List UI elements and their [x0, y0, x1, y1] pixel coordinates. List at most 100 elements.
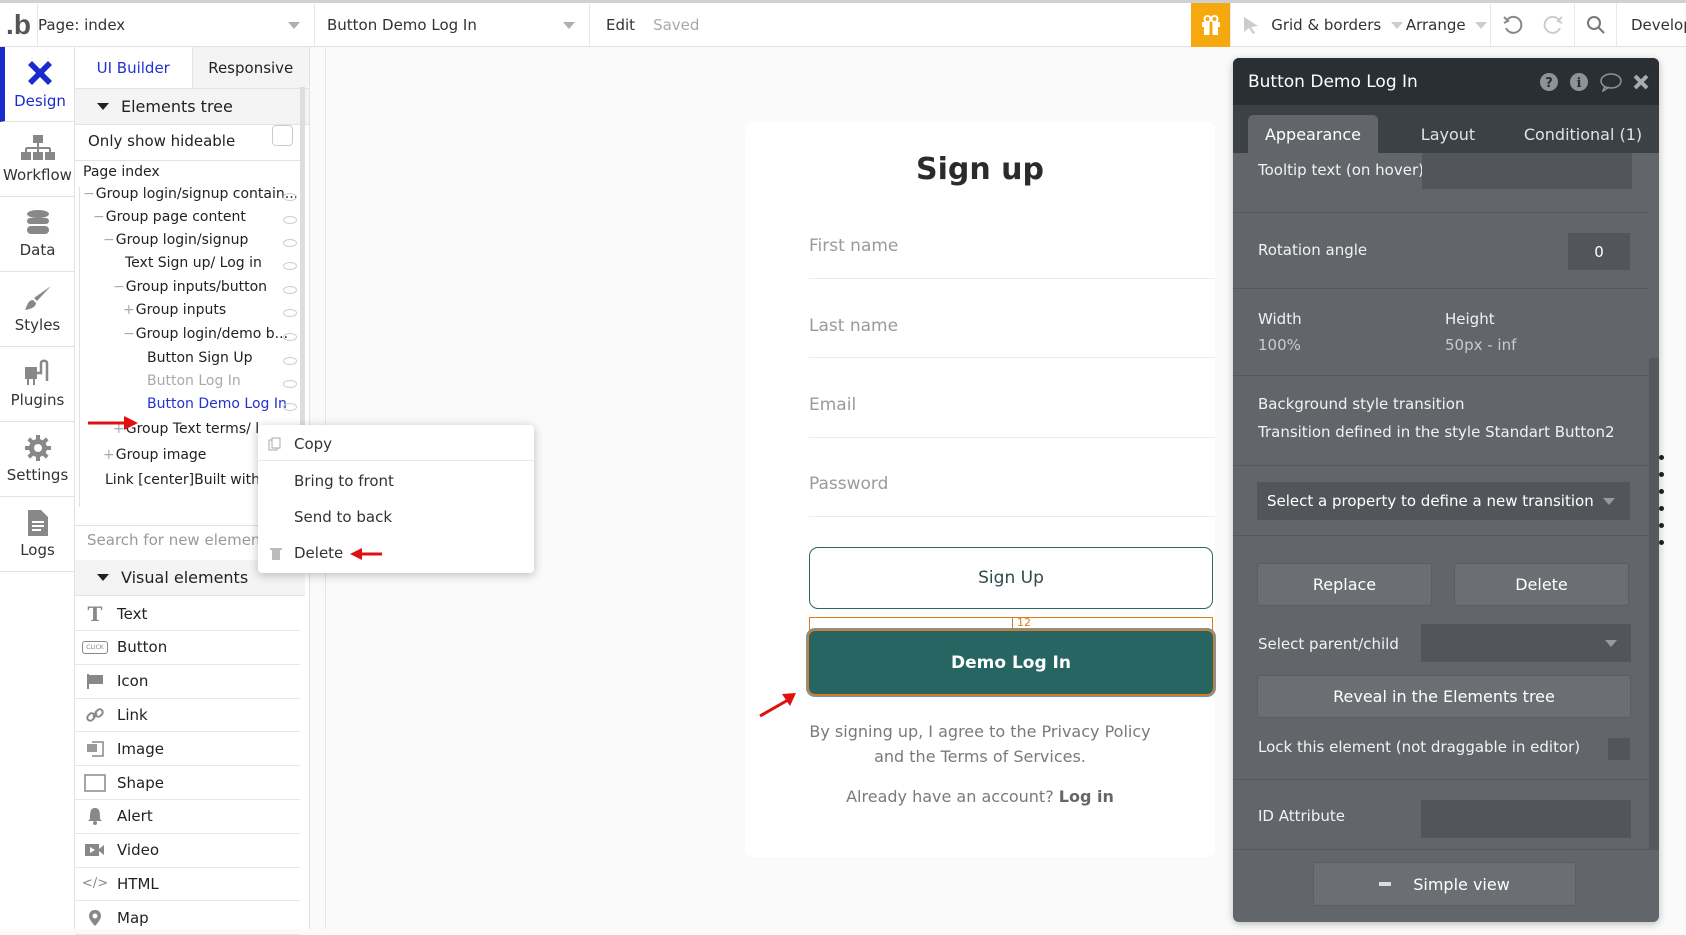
demo-log-in-button[interactable]: Demo Log In	[807, 629, 1215, 696]
eye-icon[interactable]	[283, 357, 297, 365]
rail-item-workflow[interactable]: Workflow	[0, 122, 75, 197]
tab-ui-builder[interactable]: UI Builder	[75, 47, 193, 88]
edit-menu[interactable]: Edit	[606, 16, 635, 34]
lock-checkbox[interactable]	[1608, 738, 1630, 760]
simple-view-button[interactable]: Simple view	[1313, 862, 1576, 906]
tree-item[interactable]: +Group inputs	[123, 302, 226, 318]
log-in-link[interactable]: Log in	[1059, 787, 1114, 806]
tree-item[interactable]: −Group page content	[93, 209, 246, 225]
collapse-icon[interactable]: −	[103, 232, 115, 248]
brush-icon	[24, 286, 51, 310]
tab-appearance[interactable]: Appearance	[1248, 115, 1378, 153]
cursor-arrow-icon	[1244, 17, 1258, 34]
delete-button[interactable]: Delete	[1454, 563, 1629, 606]
visual-element-text[interactable]: T Text	[75, 597, 300, 631]
rail-item-styles[interactable]: Styles	[0, 272, 75, 347]
tab-conditional[interactable]: Conditional (1)	[1508, 115, 1658, 153]
redo-button[interactable]	[1533, 3, 1575, 47]
context-menu-copy[interactable]: Copy	[258, 427, 534, 461]
tree-item[interactable]: Button Demo Log In	[135, 396, 287, 412]
tree-item[interactable]: −Group inputs/button	[113, 279, 267, 295]
visual-element-html[interactable]: </> HTML	[75, 867, 300, 902]
develop-menu[interactable]: Develop	[1617, 3, 1686, 47]
tree-item[interactable]: Button Log In	[135, 373, 241, 389]
eye-icon[interactable]	[283, 262, 297, 270]
email-input[interactable]: Email	[809, 395, 856, 415]
tree-item[interactable]: −Group login/signup contain...	[83, 186, 298, 202]
grid-borders-menu[interactable]: Grid & borders	[1271, 3, 1403, 47]
context-menu-delete[interactable]: Delete	[258, 536, 534, 570]
visual-element-alert[interactable]: Alert	[75, 800, 300, 834]
collapse-icon[interactable]: −	[113, 279, 125, 295]
pointer-tool[interactable]	[1231, 3, 1271, 47]
parent-child-select[interactable]	[1421, 624, 1631, 662]
context-menu-send-to-back[interactable]: Send to back	[258, 500, 534, 534]
eye-icon[interactable]	[283, 193, 297, 201]
last-name-input[interactable]: Last name	[809, 316, 898, 336]
collapse-icon[interactable]: −	[83, 186, 95, 202]
eye-icon[interactable]	[283, 403, 297, 411]
info-icon[interactable]: i	[1569, 72, 1589, 92]
visual-element-link[interactable]: Link	[75, 698, 300, 733]
expand-icon[interactable]: +	[123, 302, 135, 318]
first-name-input[interactable]: First name	[809, 236, 898, 256]
tree-item[interactable]: Page index	[83, 164, 160, 180]
rail-item-logs[interactable]: Logs	[0, 497, 75, 572]
element-selector[interactable]: Button Demo Log In	[315, 3, 590, 47]
elements-tree-header[interactable]: Elements tree	[75, 89, 309, 125]
context-menu-bring-to-front[interactable]: Bring to front	[258, 464, 534, 498]
id-attribute-input[interactable]	[1421, 800, 1631, 838]
password-input[interactable]: Password	[809, 474, 888, 494]
arrange-menu[interactable]: Arrange	[1403, 3, 1491, 47]
eye-hidden-icon[interactable]	[283, 380, 297, 388]
chevron-down-icon	[288, 21, 300, 29]
visual-element-video[interactable]: Video	[75, 834, 300, 868]
undo-button[interactable]	[1491, 3, 1533, 47]
visual-element-button[interactable]: CLICK Button	[75, 631, 300, 665]
search-button[interactable]	[1575, 3, 1617, 47]
tree-item[interactable]: Link [center]Built with ❤	[93, 472, 276, 488]
rail-item-design[interactable]: Design	[0, 47, 75, 122]
eye-icon[interactable]	[283, 216, 297, 224]
collapse-icon[interactable]: −	[93, 209, 105, 225]
resize-handle-dots[interactable]	[1659, 455, 1665, 555]
tree-guide-line	[79, 187, 80, 507]
editor-scrollbar[interactable]	[1649, 358, 1659, 850]
tree-item[interactable]: Button Sign Up	[135, 350, 252, 366]
rail-item-settings[interactable]: Settings	[0, 422, 75, 497]
eye-icon[interactable]	[283, 309, 297, 317]
signup-card[interactable]: Sign up First name Last name Email Passw…	[745, 122, 1215, 857]
page-selector[interactable]: Page: index	[38, 3, 315, 47]
reveal-in-tree-button[interactable]: Reveal in the Elements tree	[1257, 675, 1631, 718]
map-pin-icon	[83, 909, 107, 927]
tree-item[interactable]: +Group image	[103, 447, 206, 463]
tab-layout[interactable]: Layout	[1388, 115, 1508, 153]
collapse-icon[interactable]: −	[123, 326, 135, 342]
rail-item-plugins[interactable]: Plugins	[0, 347, 75, 422]
help-icon[interactable]: ?	[1539, 72, 1559, 92]
property-editor-header[interactable]: Button Demo Log In ? i	[1233, 58, 1659, 105]
comment-icon[interactable]	[1599, 72, 1623, 92]
tab-responsive[interactable]: Responsive	[192, 47, 309, 88]
rotation-input[interactable]: 0	[1568, 233, 1630, 270]
replace-button[interactable]: Replace	[1257, 563, 1432, 606]
expand-icon[interactable]: +	[103, 447, 115, 463]
transition-select[interactable]: Select a property to define a new transi…	[1257, 482, 1630, 520]
tree-item[interactable]: Text Sign up/ Log in	[113, 255, 262, 271]
tree-item[interactable]: −Group login/signup	[103, 232, 248, 248]
bubble-logo[interactable]: .b	[0, 3, 38, 47]
rail-item-data[interactable]: Data	[0, 197, 75, 272]
only-show-hideable-checkbox[interactable]	[272, 125, 293, 146]
visual-element-icon[interactable]: Icon	[75, 665, 300, 699]
visual-element-map[interactable]: Map	[75, 901, 300, 935]
eye-icon[interactable]	[283, 286, 297, 294]
visual-element-image[interactable]: Image	[75, 732, 300, 767]
tree-item[interactable]: −Group login/demo b...	[123, 326, 288, 342]
visual-element-shape[interactable]: Shape	[75, 766, 300, 800]
eye-icon[interactable]	[283, 239, 297, 247]
sign-up-button[interactable]: Sign Up	[809, 547, 1213, 609]
tooltip-input[interactable]	[1422, 153, 1632, 189]
eye-icon[interactable]	[283, 333, 297, 341]
gift-button[interactable]	[1191, 3, 1231, 47]
close-icon[interactable]	[1633, 74, 1649, 90]
